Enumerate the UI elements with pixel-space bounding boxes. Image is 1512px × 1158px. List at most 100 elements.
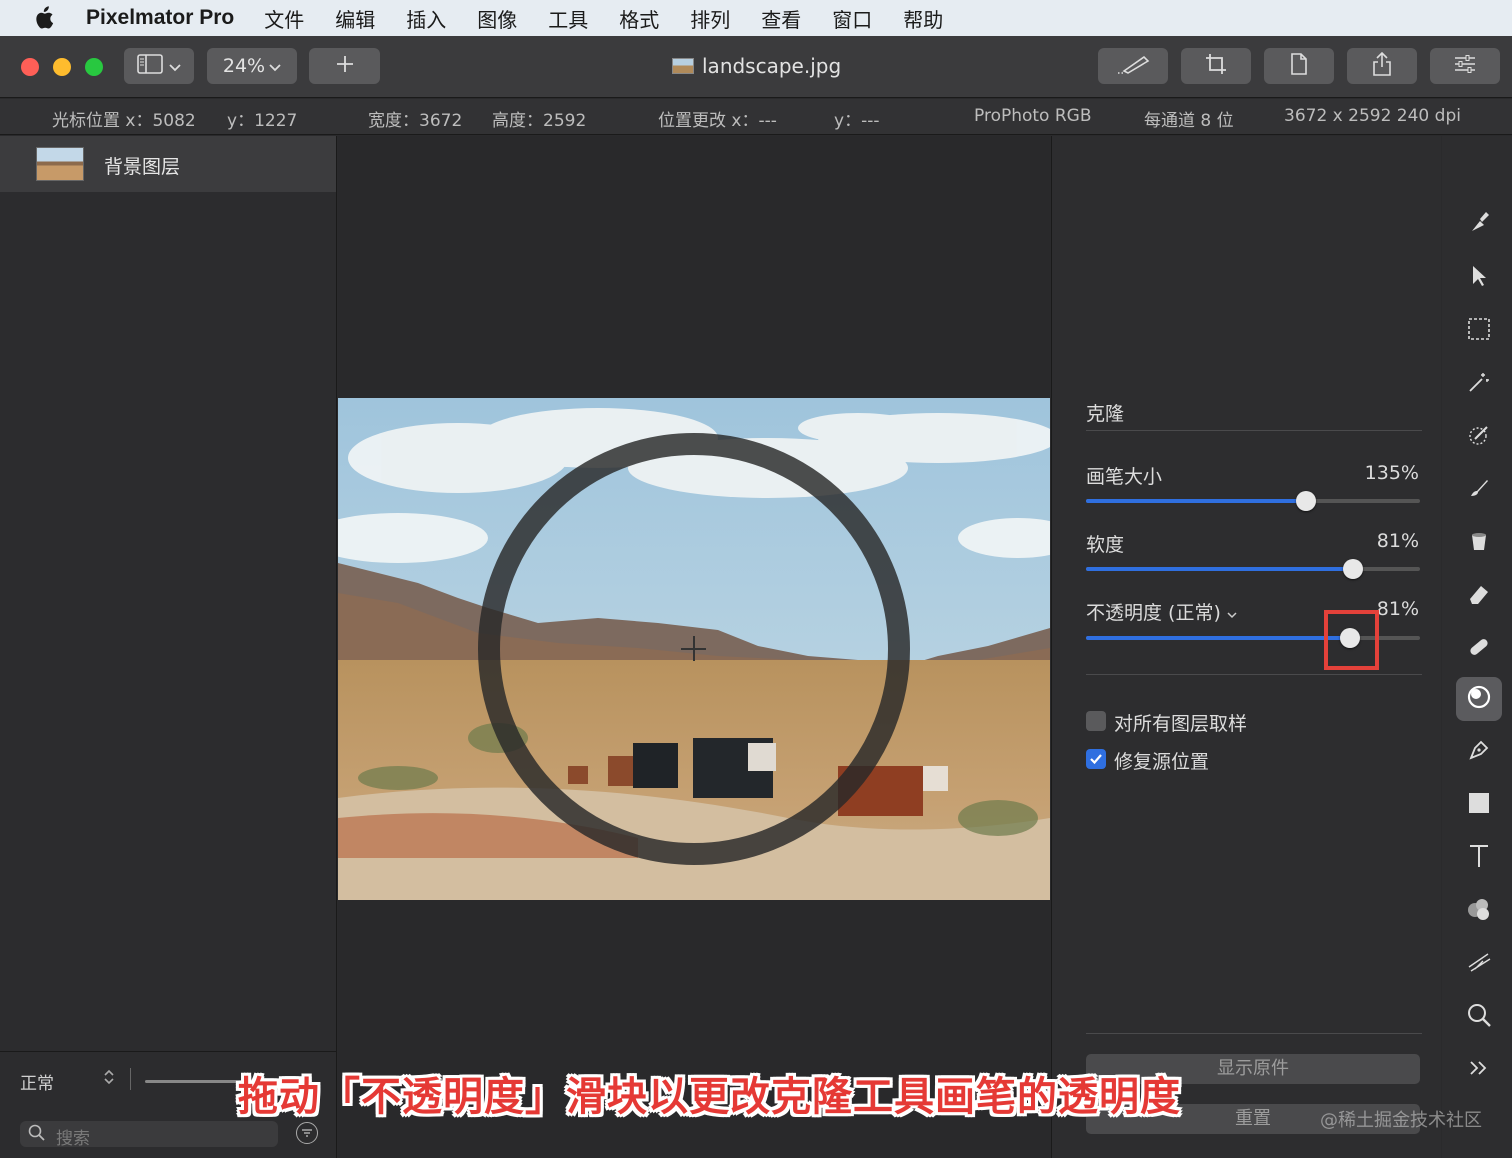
- zoom-tool-button[interactable]: [1456, 995, 1502, 1039]
- annotation-highlight-box: [1324, 610, 1379, 670]
- position-change-x-readout: 位置更改 x：---: [658, 111, 777, 131]
- share-button[interactable]: [1347, 48, 1417, 84]
- format-button[interactable]: [1264, 48, 1334, 84]
- clone-tool-button[interactable]: [1456, 677, 1502, 721]
- color-select-tool-button[interactable]: [1456, 415, 1502, 459]
- layer-row[interactable]: 背景图层: [0, 136, 336, 192]
- shape-tool-button[interactable]: [1456, 783, 1502, 827]
- color-adjust-tool-button[interactable]: [1456, 889, 1502, 933]
- layer-name: 背景图层: [104, 156, 181, 178]
- layer-search-input[interactable]: 搜索: [20, 1121, 278, 1149]
- divider: [1086, 674, 1422, 675]
- clone-stamp-icon: [1465, 683, 1493, 715]
- erase-tool-button[interactable]: [1456, 574, 1502, 618]
- menu-arrange[interactable]: 排列: [690, 4, 730, 33]
- filter-icon[interactable]: [296, 1122, 318, 1144]
- clone-title: 克隆: [1086, 403, 1125, 425]
- distort-tool-button[interactable]: [1456, 942, 1502, 986]
- eyedropper-circle-icon: [1467, 423, 1491, 451]
- crop-button[interactable]: [1181, 48, 1251, 84]
- eraser-icon: [1467, 582, 1491, 610]
- opacity-mode-select[interactable]: 不透明度 (正常): [1086, 598, 1237, 625]
- type-tool-button[interactable]: [1456, 836, 1502, 880]
- layers-panel: 背景图层 正常 搜索: [0, 136, 337, 1158]
- pen-tool-button[interactable]: [1456, 730, 1502, 774]
- plus-icon: [335, 54, 355, 78]
- tutorial-caption: 拖动「不透明度」滑块以更改克隆工具画笔的透明度: [238, 1074, 1181, 1120]
- bandage-icon: [1466, 634, 1492, 664]
- height-value: 2592: [543, 111, 587, 131]
- add-button[interactable]: [309, 48, 380, 84]
- double-chevron-right-icon: [1468, 1059, 1490, 1081]
- sample-all-layers-label: 对所有图层取样: [1114, 713, 1248, 735]
- chevron-down-icon: [1227, 602, 1237, 624]
- magnifier-icon: [1466, 1002, 1492, 1032]
- slider-knob[interactable]: [1343, 559, 1363, 579]
- brush-icon: [1467, 476, 1491, 504]
- tools-column: [1442, 136, 1512, 1158]
- zoom-window-button[interactable]: [85, 58, 103, 76]
- sample-all-layers-checkbox[interactable]: [1086, 711, 1106, 731]
- info-bar: 光标位置 x：5082 y：1227 宽度：3672 高度：2592 位置更改 …: [0, 99, 1512, 135]
- arrange-tool-button[interactable]: [1456, 256, 1502, 300]
- menu-image[interactable]: 图像: [477, 4, 517, 33]
- document-icon: [1290, 53, 1308, 79]
- menu-format[interactable]: 格式: [619, 4, 659, 33]
- document-title: landscape.jpg: [672, 54, 841, 78]
- slider-fill: [1086, 499, 1306, 503]
- menu-help[interactable]: 帮助: [903, 4, 943, 33]
- color-profile: ProPhoto RGB: [974, 106, 1092, 126]
- cursor-y-readout: y：1227: [227, 111, 298, 131]
- menu-tools[interactable]: 工具: [548, 4, 588, 33]
- select-tool-button[interactable]: [1456, 309, 1502, 353]
- sidebar-toggle-button[interactable]: [124, 48, 194, 84]
- up-down-chevron-icon[interactable]: [103, 1068, 115, 1090]
- apple-menu-icon[interactable]: [0, 6, 86, 30]
- brush-size-label: 画笔大小: [1086, 466, 1163, 488]
- image-file-icon: [672, 58, 694, 74]
- menu-window[interactable]: 窗口: [832, 4, 872, 33]
- pointer-arrow-icon: [1469, 264, 1489, 292]
- image-dimensions: 3672 x 2592 240 dpi: [1284, 106, 1461, 126]
- width-readout: 宽度：3672: [368, 111, 463, 131]
- retouch-button[interactable]: [1098, 48, 1168, 84]
- blend-mode-select[interactable]: 正常: [20, 1069, 54, 1094]
- crop-icon: [1205, 53, 1227, 79]
- slider-knob[interactable]: [1296, 491, 1316, 511]
- repair-tool-button[interactable]: [1456, 627, 1502, 671]
- window-toolbar: 24% landscape.jpg: [0, 36, 1512, 98]
- share-icon: [1372, 51, 1392, 80]
- cursor-y-label: y: [227, 111, 238, 131]
- brush-size-slider[interactable]: [1086, 491, 1420, 511]
- marquee-select-icon: [1467, 317, 1491, 345]
- slider-fill: [1086, 567, 1353, 571]
- cursor-y-value: 1227: [254, 111, 298, 131]
- softness-slider[interactable]: [1086, 559, 1420, 579]
- position-change-y-readout: y：---: [834, 111, 880, 131]
- softness-label: 软度: [1086, 534, 1125, 556]
- width-value: 3672: [419, 111, 463, 131]
- menu-edit[interactable]: 编辑: [335, 4, 375, 33]
- close-window-button[interactable]: [21, 58, 39, 76]
- adjustments-button[interactable]: [1430, 48, 1500, 84]
- layer-opacity-slider[interactable]: [145, 1080, 245, 1083]
- magic-select-tool-button[interactable]: [1456, 362, 1502, 406]
- paint-tool-button[interactable]: [1456, 468, 1502, 512]
- menu-insert[interactable]: 插入: [406, 4, 446, 33]
- zoom-select[interactable]: 24%: [207, 48, 297, 84]
- menu-file[interactable]: 文件: [264, 4, 304, 33]
- chevron-down-icon: [269, 55, 281, 77]
- minimize-window-button[interactable]: [53, 58, 71, 76]
- menu-bar: Pixelmator Pro 文件 编辑 插入 图像 工具 格式 排列 查看 窗…: [0, 0, 1512, 36]
- paint-bucket-icon: [1467, 529, 1491, 557]
- fix-source-label: 修复源位置: [1114, 751, 1210, 773]
- fill-tool-button[interactable]: [1456, 521, 1502, 565]
- more-tools-button[interactable]: [1456, 1048, 1502, 1092]
- app-name-menu[interactable]: Pixelmator Pro: [86, 6, 234, 30]
- magic-wand-icon: [1467, 370, 1491, 398]
- fix-source-checkbox[interactable]: [1086, 749, 1106, 769]
- crosshair-icon-vertical: [693, 636, 695, 661]
- menu-view[interactable]: 查看: [761, 4, 801, 33]
- style-tool-button[interactable]: [1456, 202, 1502, 246]
- chevron-down-icon: [169, 57, 181, 76]
